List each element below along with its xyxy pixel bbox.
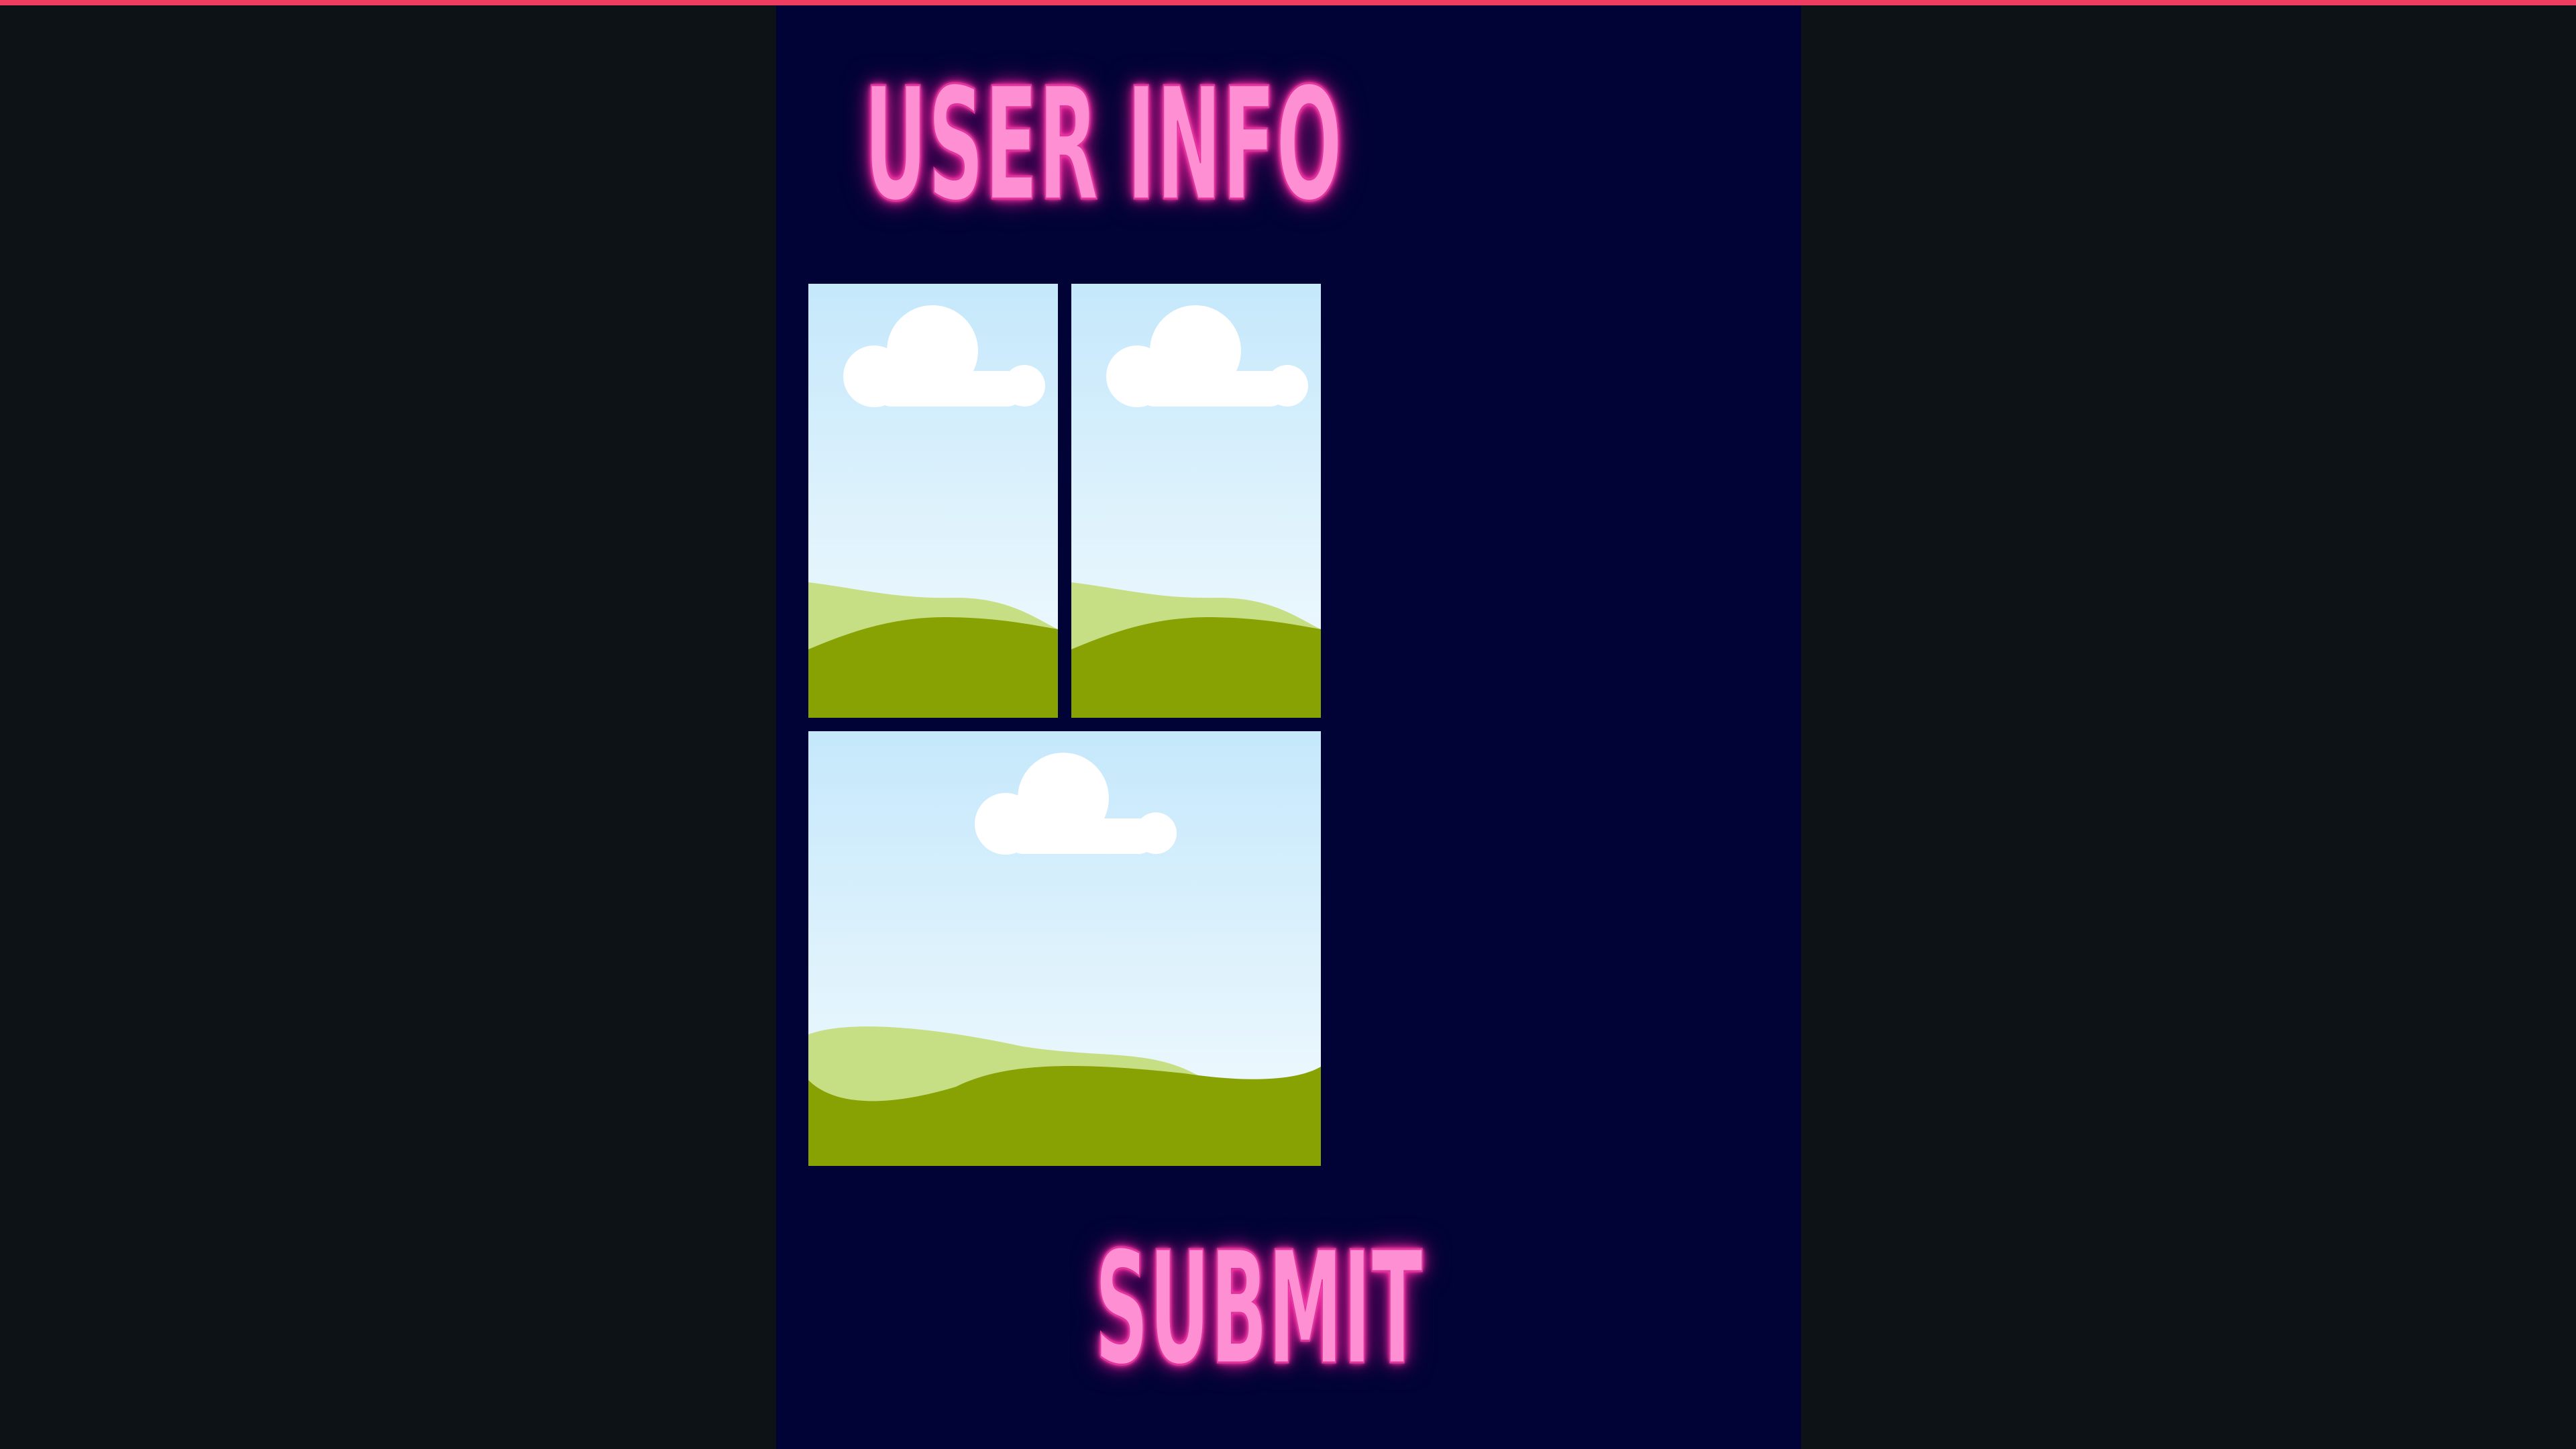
- page-title: USER INFO: [863, 54, 1343, 235]
- landscape-placeholder-icon: [1071, 284, 1321, 718]
- image-placeholder-3[interactable]: [808, 731, 1321, 1166]
- submit-button[interactable]: SUBMIT: [1094, 1230, 1423, 1388]
- image-placeholder-1[interactable]: [808, 284, 1058, 718]
- landscape-placeholder-icon: [808, 731, 1321, 1166]
- landscape-placeholder-icon: [808, 284, 1058, 718]
- image-placeholder-2[interactable]: [1071, 284, 1321, 718]
